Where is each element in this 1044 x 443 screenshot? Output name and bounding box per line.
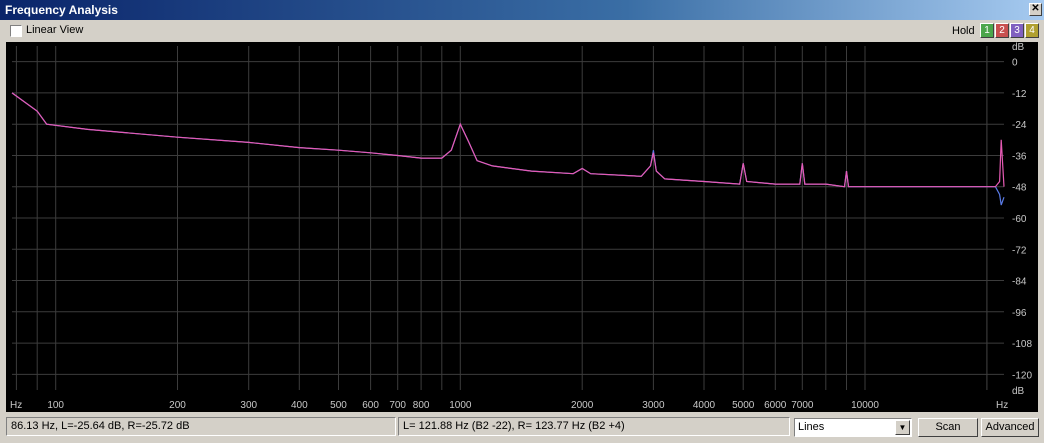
x-tick-label: 800 — [413, 400, 430, 411]
series-line-r — [11, 92, 1005, 188]
x-tick-label: 600 — [362, 400, 379, 411]
toolbar: Linear View Hold 1 2 3 4 — [0, 21, 1044, 41]
hold-button-1-label: 1 — [984, 25, 990, 36]
y-tick-label: -84 — [1012, 277, 1027, 288]
graph-mode-select[interactable]: Lines ▼ — [794, 418, 912, 437]
y-tick-label: 0 — [1012, 58, 1018, 69]
hold-button-2-label: 2 — [999, 25, 1005, 36]
x-tick-label: 7000 — [791, 400, 814, 411]
chevron-down-icon[interactable]: ▼ — [895, 420, 910, 435]
y-tick-label: -24 — [1012, 120, 1027, 131]
y-unit-label-bottom: dB — [1012, 386, 1025, 397]
cursor-readout: 86.13 Hz, L=-25.64 dB, R=-25.72 dB — [6, 417, 396, 436]
peak-readout: L= 121.88 Hz (B2 -22), R= 123.77 Hz (B2 … — [398, 417, 790, 436]
scan-button[interactable]: Scan — [918, 418, 978, 437]
y-tick-label: -108 — [1012, 339, 1032, 350]
linear-view-checkbox[interactable] — [10, 25, 22, 37]
title-bar: Frequency Analysis ✕ — [0, 0, 1044, 20]
x-tick-label: 1000 — [449, 400, 472, 411]
x-tick-label: 200 — [169, 400, 186, 411]
x-tick-label: 5000 — [732, 400, 755, 411]
x-tick-label: 10000 — [851, 400, 879, 411]
series-line-l — [11, 92, 1005, 206]
linear-view-label: Linear View — [26, 24, 84, 36]
x-tick-label: 6000 — [764, 400, 787, 411]
hold-label: Hold — [952, 25, 975, 37]
x-tick-label: 100 — [47, 400, 64, 411]
y-tick-label: -12 — [1012, 89, 1027, 100]
hold-button-3[interactable]: 3 — [1010, 23, 1024, 38]
window-title: Frequency Analysis — [5, 3, 118, 17]
hold-button-3-label: 3 — [1014, 25, 1020, 36]
y-tick-label: -48 — [1012, 183, 1027, 194]
y-tick-label: -60 — [1012, 214, 1027, 225]
y-unit-label-top: dB — [1012, 42, 1025, 53]
x-tick-label: 700 — [389, 400, 406, 411]
hold-button-2[interactable]: 2 — [995, 23, 1009, 38]
hold-button-1[interactable]: 1 — [980, 23, 994, 38]
x-tick-label: 3000 — [642, 400, 665, 411]
hold-button-4-label: 4 — [1029, 25, 1035, 36]
spectrum-chart: 0 -12 -24 -36 -48 -60 -72 -84 -96 -108 -120 dB dB 100… — [10, 42, 1032, 411]
x-tick-label: 300 — [240, 400, 257, 411]
y-tick-label: -36 — [1012, 152, 1027, 163]
x-unit-label-right: Hz — [996, 400, 1008, 411]
x-tick-label: 400 — [291, 400, 308, 411]
graph-mode-value: Lines — [798, 421, 825, 433]
close-icon: ✕ — [1031, 3, 1040, 14]
y-tick-label: -120 — [1012, 370, 1032, 381]
x-tick-label: 500 — [330, 400, 347, 411]
hold-button-4[interactable]: 4 — [1025, 23, 1039, 38]
x-unit-label-left: Hz — [10, 400, 22, 411]
y-tick-label: -72 — [1012, 245, 1027, 256]
y-tick-label: -96 — [1012, 308, 1027, 319]
x-tick-label: 4000 — [693, 400, 716, 411]
close-button[interactable]: ✕ — [1029, 3, 1042, 16]
x-tick-label: 2000 — [571, 400, 594, 411]
advanced-button[interactable]: Advanced — [981, 418, 1039, 437]
spectrum-plot[interactable]: 0 -12 -24 -36 -48 -60 -72 -84 -96 -108 -120 dB dB 100… — [6, 42, 1038, 412]
